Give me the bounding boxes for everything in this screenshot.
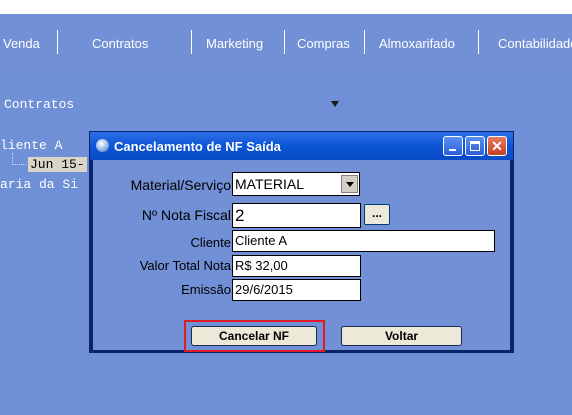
nota-lookup-button[interactable]: ... [364,204,390,225]
minimize-button[interactable] [443,136,463,156]
cancel-nf-dialog: Cancelamento de NF Saída ✕ Material/Serv… [89,131,514,353]
tree-connector [12,153,26,165]
chevron-down-icon [346,182,354,187]
voltar-button[interactable]: Voltar [341,326,462,346]
cliente-label: Cliente [190,235,231,250]
main-menubar: Venda Contratos Marketing Compras Almoxa… [0,14,572,72]
material-select[interactable]: MATERIAL [232,172,360,196]
menu-separator [57,30,58,54]
menu-item-contratos[interactable]: Contratos [92,36,148,51]
tree-node-date[interactable]: Jun 15- [28,157,87,172]
nota-fiscal-label: Nº Nota Fiscal [141,207,231,223]
menu-item-venda[interactable]: Venda [3,36,40,51]
menu-separator [364,30,365,54]
valor-total-input[interactable]: R$ 32,00 [232,255,361,277]
maximize-button[interactable] [465,136,485,156]
menu-separator [284,30,285,54]
dialog-titlebar[interactable]: Cancelamento de NF Saída ✕ [90,132,513,160]
close-button[interactable]: ✕ [487,136,507,156]
material-label: Material/Serviço [130,177,231,193]
material-value: MATERIAL [235,176,304,192]
cancelar-nf-button[interactable]: Cancelar NF [191,326,317,346]
top-strip [0,0,572,14]
emissao-input[interactable]: 29/6/2015 [232,279,361,301]
menu-item-compras[interactable]: Compras [297,36,350,51]
emissao-label: Emissão [181,282,231,297]
nota-fiscal-input[interactable]: 2 [232,203,361,228]
contracts-section-title: Contratos [4,97,75,112]
dialog-title: Cancelamento de NF Saída [114,139,281,154]
menu-separator [191,30,192,54]
tree-node-description[interactable]: aria da Si [0,177,78,192]
cliente-input[interactable]: Cliente A [232,230,495,252]
material-dropdown-button[interactable] [341,175,358,193]
menu-item-marketing[interactable]: Marketing [206,36,263,51]
menu-separator [478,30,479,54]
minimize-icon [449,149,456,151]
menu-item-almoxarifado[interactable]: Almoxarifado [379,36,455,51]
menu-item-contabilidade[interactable]: Contabilidade [498,36,572,51]
tree-node-client[interactable]: liente A [0,138,62,153]
app-globe-icon [96,139,109,152]
close-icon: ✕ [491,138,503,154]
valor-total-label: Valor Total Nota [139,258,231,273]
dialog-body: Material/Serviço MATERIAL Nº Nota Fiscal… [93,160,510,352]
dropdown-arrow-icon[interactable] [331,101,339,107]
maximize-icon [470,141,480,151]
